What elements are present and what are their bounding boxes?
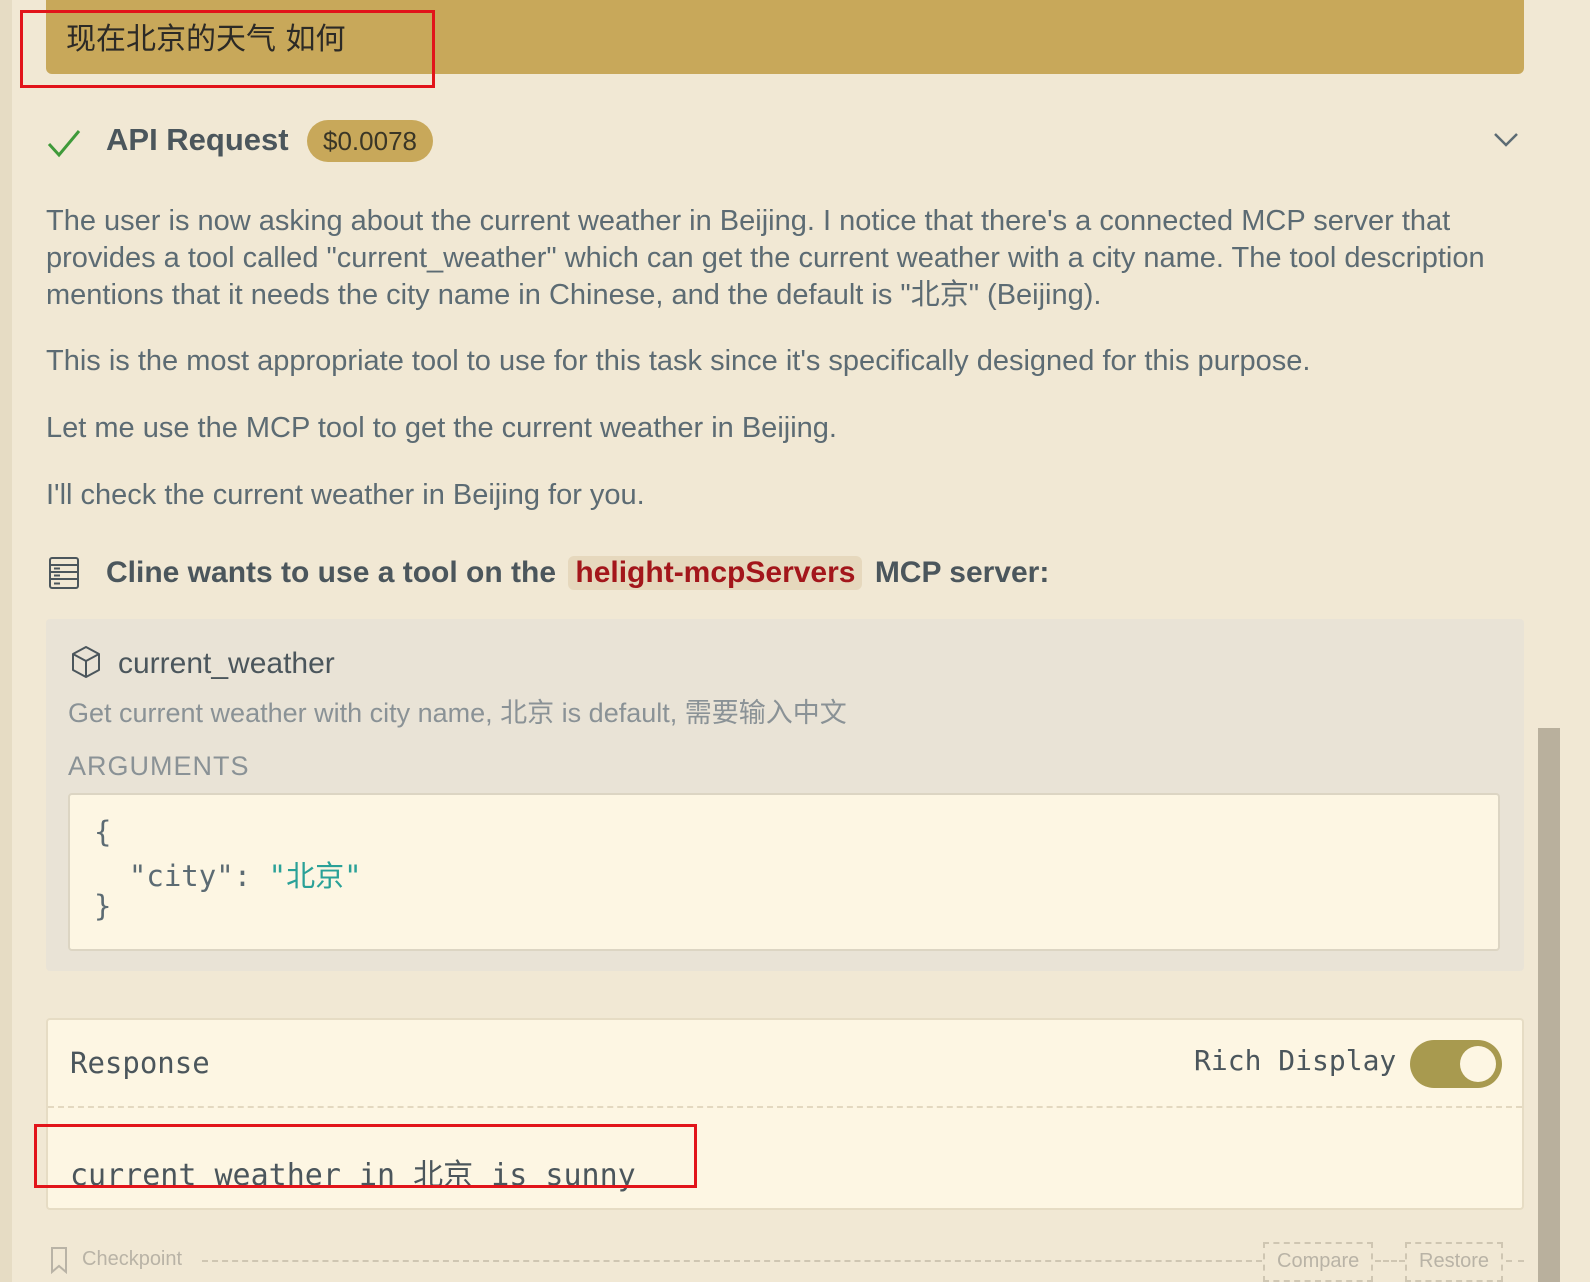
chevron-down-icon[interactable] <box>1492 128 1520 150</box>
mcp-request-text: Cline wants to use a tool on the helight… <box>106 556 1049 590</box>
bookmark-icon <box>51 1247 67 1274</box>
arguments-label: ARGUMENTS <box>68 751 250 781</box>
check-icon <box>47 130 81 158</box>
left-strip <box>0 0 12 1282</box>
code-key: "city" <box>128 859 234 893</box>
checkpoint-divider <box>1375 1260 1405 1262</box>
code-value: "北京" <box>268 859 362 893</box>
highlight-box-user-message <box>20 10 435 88</box>
code-colon: : <box>233 859 269 893</box>
mcp-server-name: helight-mcpServers <box>568 556 863 590</box>
arguments-code-block: { "city": "北京" } <box>68 793 1500 951</box>
rich-display-label: Rich Display <box>1194 1044 1397 1077</box>
reasoning-paragraph: The user is now asking about the current… <box>46 205 1485 311</box>
checkpoint-row: Checkpoint Compare Restore <box>46 1240 1524 1282</box>
reasoning-paragraph: Let me use the MCP tool to get the curre… <box>46 412 837 444</box>
checkpoint-divider <box>1506 1260 1524 1262</box>
server-icon <box>49 557 79 589</box>
tool-description: Get current weather with city name, 北京 i… <box>68 698 847 728</box>
rich-display-toggle[interactable] <box>1410 1040 1502 1088</box>
code-line-city: "city": "北京" <box>94 853 362 895</box>
checkpoint-label: Checkpoint <box>82 1248 183 1270</box>
compare-button[interactable]: Compare <box>1263 1242 1374 1282</box>
scrollbar-thumb[interactable] <box>1538 728 1560 1282</box>
scrollbar-track[interactable] <box>1562 0 1590 1282</box>
mcp-prefix: Cline wants to use a tool on the <box>106 556 557 589</box>
api-request-title: API Request <box>106 122 289 157</box>
highlight-box-response <box>34 1124 697 1188</box>
api-request-header[interactable]: API Request $0.0078 <box>46 116 1524 168</box>
cube-icon <box>72 646 100 678</box>
restore-button[interactable]: Restore <box>1405 1242 1504 1282</box>
code-brace-close: } <box>94 889 112 923</box>
mcp-request-header: Cline wants to use a tool on the helight… <box>46 552 1524 596</box>
code-brace-open: { <box>94 815 112 849</box>
tool-card: current_weather Get current weather with… <box>46 619 1524 971</box>
tool-name: current_weather <box>118 647 335 680</box>
mcp-suffix: MCP server: <box>874 556 1050 589</box>
reasoning-paragraph: This is the most appropriate tool to use… <box>46 345 1311 377</box>
reasoning-paragraph: I'll check the current weather in Beijin… <box>46 479 645 511</box>
response-label: Response <box>70 1046 210 1080</box>
divider <box>48 1106 1522 1108</box>
checkpoint-divider <box>202 1260 1262 1262</box>
toggle-knob <box>1460 1046 1496 1082</box>
cost-badge: $0.0078 <box>307 120 433 162</box>
